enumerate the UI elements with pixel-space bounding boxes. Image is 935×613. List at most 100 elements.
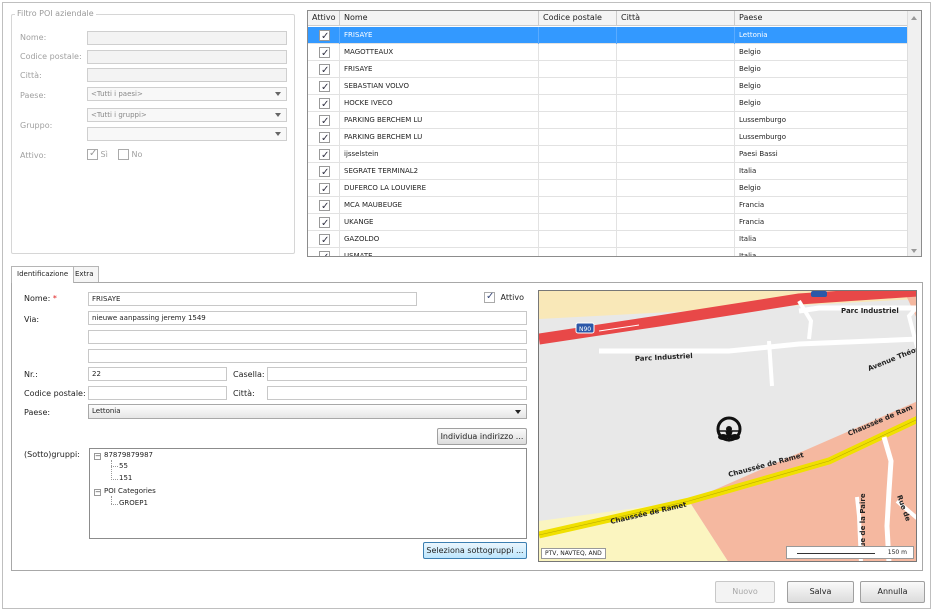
select-subgroups-button[interactable]: Seleziona sottogruppi ... — [423, 542, 527, 559]
table-row[interactable]: MAGOTTEAUX Belgio — [308, 44, 908, 61]
city-input[interactable] — [267, 386, 527, 400]
table-row[interactable]: MCA MAUBEUGE Francia — [308, 197, 908, 214]
cell-postal — [539, 44, 617, 61]
tree-node-root2[interactable]: POI Categories — [104, 487, 156, 495]
tree-node-151[interactable]: 151 — [119, 474, 132, 482]
table-row[interactable]: DUFERCO LA LOUVIERE Belgio — [308, 180, 908, 197]
cell-city — [617, 214, 735, 231]
cell-postal — [539, 146, 617, 163]
cell-country: Belgio — [735, 180, 908, 197]
map-attribution: PTV, NAVTEQ, AND — [541, 548, 606, 559]
street-input[interactable]: nieuwe aanpassing jeremy 1549 — [88, 311, 527, 325]
postal-label: Codice postale: — [24, 389, 86, 398]
filter-city-input[interactable] — [87, 68, 287, 82]
filter-active-yes[interactable]: Sì — [87, 148, 108, 160]
filter-group-select[interactable]: <Tutti i gruppi> — [87, 108, 287, 122]
checkbox-icon[interactable] — [319, 165, 330, 180]
grid-scrollbar[interactable] — [907, 11, 921, 256]
table-row[interactable]: UKANGE Francia — [308, 214, 908, 231]
checkbox-icon[interactable] — [319, 114, 330, 129]
cell-postal — [539, 231, 617, 248]
filter-postal-label: Codice postale: — [20, 52, 82, 61]
tab-identificazione[interactable]: Identificazione — [11, 266, 75, 283]
table-row[interactable]: PARKING BERCHEM LU Lussemburgo — [308, 112, 908, 129]
active-checkbox[interactable]: Attivo — [484, 291, 524, 303]
country-select[interactable]: Lettonia — [88, 404, 527, 419]
cell-city — [617, 78, 735, 95]
cancel-button[interactable]: Annulla — [860, 581, 925, 603]
checkbox-icon[interactable] — [319, 233, 330, 248]
cell-name: DUFERCO LA LOUVIERE — [340, 180, 539, 197]
checkbox-icon[interactable] — [319, 250, 330, 256]
checkbox-icon[interactable] — [319, 182, 330, 197]
filter-country-select[interactable]: <Tutti i paesi> — [87, 87, 287, 101]
street-input-3[interactable] — [88, 349, 527, 363]
table-row[interactable]: PARKING BERCHEM LU Lussemburgo — [308, 129, 908, 146]
filter-country-label: Paese: — [20, 91, 47, 100]
cell-country: Paesi Bassi — [735, 146, 908, 163]
cell-country: Lettonia — [735, 27, 908, 44]
map-view[interactable]: N90 Parc Industriel Parc Industriel Aven… — [538, 290, 917, 562]
scale-line — [797, 553, 875, 554]
col-attivo[interactable]: Attivo — [308, 11, 340, 26]
collapse-icon[interactable]: − — [94, 489, 101, 496]
checkbox-icon[interactable] — [319, 199, 330, 214]
cell-active — [308, 78, 340, 95]
cell-city — [617, 112, 735, 129]
scroll-up-icon[interactable] — [911, 16, 917, 20]
table-row[interactable]: SEGRATE TERMINAL2 Italia — [308, 163, 908, 180]
cell-active — [308, 146, 340, 163]
name-input[interactable]: FRISAYE — [88, 292, 417, 306]
box-label: Casella: — [233, 370, 265, 379]
table-row[interactable]: GAZOLDO Italia — [308, 231, 908, 248]
checkbox-icon[interactable] — [319, 29, 330, 44]
cell-name: USMATE — [340, 248, 539, 256]
postal-input[interactable] — [88, 386, 227, 400]
locate-address-button[interactable]: Individua indirizzo ... — [437, 428, 527, 445]
number-input[interactable]: 22 — [88, 367, 227, 381]
table-row[interactable]: SEBASTIAN VOLVO Belgio — [308, 78, 908, 95]
checkbox-icon[interactable] — [319, 131, 330, 146]
cell-postal — [539, 248, 617, 256]
checkbox-icon — [118, 149, 129, 160]
steering-wheel-icon — [716, 416, 742, 443]
street-input-2[interactable] — [88, 330, 527, 344]
checkbox-icon[interactable] — [319, 97, 330, 112]
save-button[interactable]: Salva — [787, 581, 854, 603]
checkbox-icon[interactable] — [319, 216, 330, 231]
scroll-down-icon[interactable] — [911, 249, 917, 253]
col-codice-postale[interactable]: Codice postale — [539, 11, 617, 26]
table-row[interactable]: ijsselstein Paesi Bassi — [308, 146, 908, 163]
col-nome[interactable]: Nome — [340, 11, 539, 26]
cell-country: Italia — [735, 231, 908, 248]
box-input[interactable] — [267, 367, 527, 381]
filter-subgroup-select[interactable] — [87, 127, 287, 141]
collapse-icon[interactable]: − — [94, 453, 101, 460]
filter-active-no[interactable]: No — [118, 149, 142, 160]
tree-line — [111, 504, 118, 505]
cell-active — [308, 61, 340, 78]
groups-label: (Sotto)gruppi: — [24, 450, 80, 459]
cell-name: PARKING BERCHEM LU — [340, 112, 539, 129]
chevron-down-icon — [275, 132, 281, 136]
checkbox-icon[interactable] — [319, 46, 330, 61]
new-button[interactable]: Nuovo — [715, 581, 775, 603]
filter-name-input[interactable] — [87, 31, 287, 45]
table-row[interactable]: USMATE Italia — [308, 248, 908, 256]
checkbox-icon[interactable] — [319, 63, 330, 78]
tree-node-root1[interactable]: 87879879987 — [104, 451, 153, 459]
filter-postal-input[interactable] — [87, 50, 287, 64]
table-row[interactable]: FRISAYE Belgio — [308, 61, 908, 78]
table-row[interactable]: FRISAYE Lettonia — [308, 27, 908, 44]
tree-line — [111, 496, 112, 504]
checkbox-icon[interactable] — [319, 148, 330, 163]
tree-node-groep1[interactable]: GROEP1 — [119, 499, 148, 507]
checkbox-icon[interactable] — [319, 80, 330, 95]
col-citta[interactable]: Città — [617, 11, 735, 26]
table-row[interactable]: HOCKE IVECO Belgio — [308, 95, 908, 112]
col-paese[interactable]: Paese — [735, 11, 908, 26]
road-label-parc-1: Parc Industriel — [841, 307, 899, 315]
cell-active — [308, 180, 340, 197]
tree-node-55[interactable]: 55 — [119, 462, 128, 470]
cell-city — [617, 129, 735, 146]
